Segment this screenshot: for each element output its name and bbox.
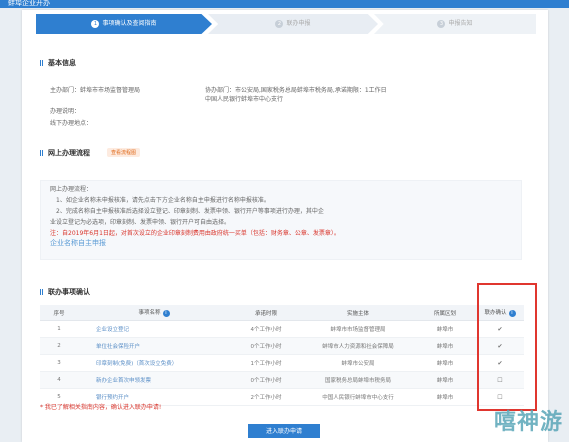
table-row: 3 印章刻制(免费)（首次设立免费） 1个工作小时 蚌埠市公安局 蚌埠市 ✔ <box>40 354 524 372</box>
top-bar: 蚌埠企业开办 <box>0 0 569 8</box>
highlight-box <box>477 283 537 411</box>
item-name-link[interactable]: 单位社会保险开户 <box>78 337 230 355</box>
info-icon[interactable]: i <box>162 310 170 317</box>
step-2-number: 2 <box>275 19 284 28</box>
item-name-link[interactable]: 印章刻制(免费)（首次设立免费） <box>78 354 230 372</box>
col-body: 实施主体 <box>302 305 414 321</box>
online-flow-heading: 网上办理流程 <box>40 148 90 158</box>
table-row: 4 新办企业首次申领发票 0个工作小时 国家税务总局蚌埠市税务局 蚌埠市 ☐ <box>40 371 524 389</box>
item-name-link[interactable]: 企业设立登记 <box>78 320 230 338</box>
watermark-logo: 嘻神游 <box>493 410 563 435</box>
section-grip-icon <box>40 150 44 156</box>
name-self-report-link[interactable]: 企业名称自主申报 <box>50 238 106 248</box>
flow-step-2-cont: 业设立登记为必选项，印章刻制、发票申领、银行开户可自由选择。 <box>50 219 231 226</box>
step-2-label: 联办申报 <box>286 20 311 27</box>
flow-step-1: 1、如企业名称未申报核准，请先点击下方企业名称自主申报进行名称申报核准。 <box>56 197 270 204</box>
section-grip-icon <box>40 60 44 66</box>
view-flowchart-tag[interactable]: 查看流程图 <box>107 148 141 157</box>
step-3[interactable]: 3 申报告知 <box>374 14 536 34</box>
lead-department: 主办部门：蚌埠市市场监督管理局 <box>50 87 141 94</box>
col-no: 序号 <box>40 305 78 321</box>
col-region: 所属区划 <box>414 305 476 321</box>
basic-info-heading: 基本信息 <box>40 58 76 68</box>
step-1-number: 1 <box>91 19 100 28</box>
assist-department-2: 中国人民银行蚌埠市中心支行 <box>205 96 284 103</box>
assist-department: 协办部门：市公安局,国家税务总局蚌埠市税务局,承诺期限：1工作日 <box>205 87 387 94</box>
flow-heading: 网上办理流程： <box>50 186 93 193</box>
step-3-number: 3 <box>437 19 446 28</box>
item-name-link[interactable]: 新办企业首次申领发票 <box>78 371 230 389</box>
step-2[interactable]: 2 联办申报 <box>208 14 378 34</box>
section-grip-icon <box>40 289 44 295</box>
table-header-row: 序号 事项名称 i 承诺时限 实施主体 所属区划 联办确认 i <box>40 305 524 321</box>
step-1[interactable]: 1 事项确认及查阅指南 <box>36 14 212 34</box>
table-row: 1 企业设立登记 4个工作小时 蚌埠市市场监督管理局 蚌埠市 ✔ <box>40 320 524 338</box>
agreement-note[interactable]: * 我已了解相关指南内容，确认进入联办申请! <box>40 402 161 411</box>
fee-notice: 注：自2019年6月1日起，对首次设立的企业印章刻制费用由政府统一买单（包括：财… <box>50 230 340 237</box>
col-time: 承诺时限 <box>230 305 302 321</box>
step-3-label: 申报告知 <box>448 20 473 27</box>
step-progress-bar: 1 事项确认及查阅指南 2 联办申报 3 申报告知 <box>36 14 536 34</box>
process-note: 办理说明： <box>50 108 81 115</box>
joint-items-table: 序号 事项名称 i 承诺时限 实施主体 所属区划 联办确认 i 1 企业设立登记 4… <box>40 305 524 406</box>
col-name: 事项名称 i <box>78 305 230 321</box>
joint-items-heading: 联办事项确认 <box>40 287 90 297</box>
flow-step-2: 2、完成名称自主申报核准后选择设立登记、印章刻制、发票申领、银行开户等事项进行办… <box>56 208 324 215</box>
app-title: 蚌埠企业开办 <box>8 0 50 7</box>
table-row: 2 单位社会保险开户 0个工作小时 蚌埠市人力资源和社会保障局 蚌埠市 ✔ <box>40 337 524 355</box>
offline-location: 线下办理地点： <box>50 120 93 127</box>
step-1-label: 事项确认及查阅指南 <box>102 20 157 27</box>
submit-button[interactable]: 进入联办申请 <box>248 424 320 438</box>
